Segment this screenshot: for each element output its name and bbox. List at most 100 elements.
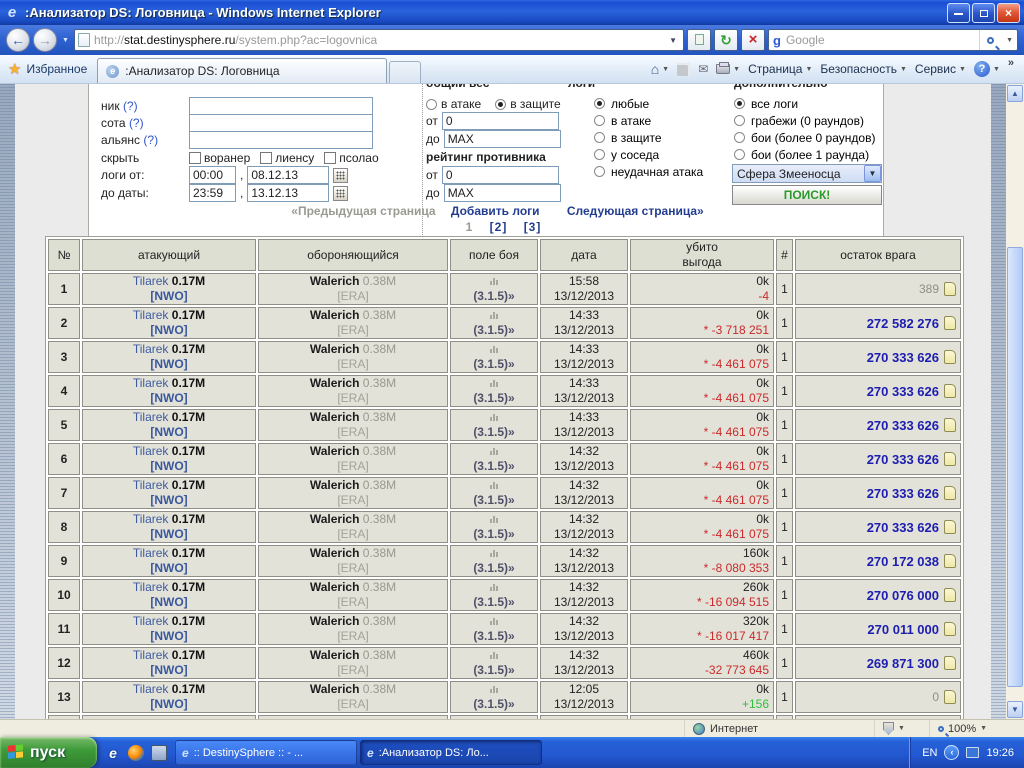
defender-cell[interactable]: Walerich 0.38M [ERA] — [258, 579, 448, 611]
defender-link[interactable]: Walerich — [310, 308, 360, 322]
forward-button[interactable]: → — [33, 28, 57, 52]
battlefield-cell[interactable]: (3.1.5)» — [450, 375, 538, 407]
defender-alliance-link[interactable]: [ERA] — [263, 697, 443, 712]
attacker-link[interactable]: Tilarek — [133, 342, 169, 356]
radio-icon[interactable] — [426, 99, 437, 110]
defender-link[interactable]: Walerich — [310, 376, 360, 390]
attacker-link[interactable]: Tilarek — [133, 308, 169, 322]
defender-cell[interactable]: Walerich 0.38M [ERA] — [258, 307, 448, 339]
battlefield-link[interactable]: (3.1.5)» — [455, 425, 533, 440]
defender-cell[interactable]: Walerich 0.38M [ERA] — [258, 511, 448, 543]
attacker-alliance-link[interactable]: [NWO] — [87, 663, 251, 678]
attacker-link[interactable]: Tilarek — [133, 444, 169, 458]
add-logs-link[interactable]: Добавить логи — [451, 204, 540, 218]
battle-log-scroll-icon[interactable] — [944, 452, 956, 466]
address-bar[interactable]: http://stat.destinysphere.ru/system.php?… — [74, 29, 684, 51]
select-arrow-icon[interactable]: ▼ — [864, 165, 881, 182]
attacker-link[interactable]: Tilarek — [133, 410, 169, 424]
start-button[interactable]: пуск — [0, 737, 97, 768]
defender-link[interactable]: Walerich — [310, 274, 360, 288]
sota-help-link[interactable]: (?) — [129, 116, 144, 130]
battlefield-link[interactable]: (3.1.5)» — [455, 663, 533, 678]
protected-mode-indicator[interactable]: ▼ — [874, 720, 929, 737]
new-tab-button[interactable] — [389, 61, 421, 83]
search-box[interactable]: g Google ▼ — [768, 29, 1018, 51]
attacker-cell[interactable]: Tilarek 0.17M [NWO] — [82, 613, 256, 645]
battlefield-link[interactable]: (3.1.5)» — [455, 391, 533, 406]
attacker-link[interactable]: Tilarek — [133, 682, 169, 696]
defender-cell[interactable]: Walerich 0.38M [ERA] — [258, 273, 448, 305]
battlefield-cell[interactable]: (3.1.5)» — [450, 341, 538, 373]
battlefield-link[interactable]: (3.1.5)» — [455, 561, 533, 576]
battle-log-scroll-icon[interactable] — [944, 622, 956, 636]
attacker-alliance-link[interactable]: [NWO] — [87, 323, 251, 338]
battlefield-link[interactable]: (3.1.5)» — [455, 595, 533, 610]
page-2-link[interactable]: [2] — [490, 220, 508, 234]
attacker-cell[interactable]: Tilarek 0.17M [NWO] — [82, 375, 256, 407]
defender-alliance-link[interactable]: [ERA] — [263, 629, 443, 644]
stop-button[interactable]: × — [741, 29, 765, 51]
back-button[interactable]: ← — [6, 28, 30, 52]
time-from-input[interactable]: 00:00 — [189, 166, 236, 184]
checkbox[interactable] — [260, 152, 272, 164]
enemy-to-input[interactable]: MAX — [444, 184, 561, 202]
search-dropdown-icon[interactable]: ▼ — [1006, 37, 1013, 44]
home-button[interactable]: ⌂▼ — [651, 61, 669, 77]
attacker-link[interactable]: Tilarek — [133, 274, 169, 288]
battlefield-cell[interactable]: (3.1.5)» — [450, 647, 538, 679]
defender-alliance-link[interactable]: [ERA] — [263, 527, 443, 542]
feeds-button[interactable] — [677, 63, 690, 76]
defender-link[interactable]: Walerich — [310, 648, 360, 662]
log-type-radio[interactable]: неудачная атака — [594, 163, 703, 180]
weight-to-input[interactable]: MAX — [444, 130, 561, 148]
calendar-to-button[interactable] — [333, 186, 348, 201]
attacker-link[interactable]: Tilarek — [133, 614, 169, 628]
media-player-icon[interactable] — [128, 745, 144, 761]
log-type-radio[interactable]: в защите — [594, 129, 703, 146]
attacker-cell[interactable]: Tilarek 0.17M [NWO] — [82, 579, 256, 611]
battlefield-cell[interactable]: (3.1.5)» — [450, 545, 538, 577]
hide-option[interactable]: воранер — [189, 151, 250, 165]
defender-link[interactable]: Walerich — [310, 512, 360, 526]
extra-option-radio[interactable]: бои (более 0 раундов) — [734, 129, 875, 146]
defender-link[interactable]: Walerich — [310, 546, 360, 560]
battle-log-scroll-icon[interactable] — [944, 282, 956, 296]
zoom-control[interactable]: 100% ▼ — [929, 720, 1024, 737]
defender-link[interactable]: Walerich — [310, 342, 360, 356]
network-monitor-icon[interactable] — [966, 747, 979, 758]
battle-log-scroll-icon[interactable] — [944, 554, 956, 568]
defender-link[interactable]: Walerich — [310, 410, 360, 424]
defender-link[interactable]: Walerich — [310, 444, 360, 458]
battle-log-scroll-icon[interactable] — [944, 316, 956, 330]
defender-cell[interactable]: Walerich 0.38M [ERA] — [258, 341, 448, 373]
attacker-alliance-link[interactable]: [NWO] — [87, 357, 251, 372]
scroll-up-button[interactable]: ▲ — [1007, 85, 1023, 102]
attacker-alliance-link[interactable]: [NWO] — [87, 289, 251, 304]
attacker-alliance-link[interactable]: [NWO] — [87, 561, 251, 576]
attacker-alliance-link[interactable]: [NWO] — [87, 527, 251, 542]
sota-input[interactable] — [189, 114, 373, 132]
battlefield-cell[interactable]: (3.1.5)» — [450, 613, 538, 645]
defender-link[interactable]: Walerich — [310, 580, 360, 594]
attacker-alliance-link[interactable]: [NWO] — [87, 697, 251, 712]
attacker-link[interactable]: Tilarek — [133, 478, 169, 492]
checkbox[interactable] — [189, 152, 201, 164]
attacker-alliance-link[interactable]: [NWO] — [87, 595, 251, 610]
battlefield-link[interactable]: (3.1.5)» — [455, 459, 533, 474]
log-type-radio[interactable]: в атаке — [594, 112, 703, 129]
calendar-from-button[interactable] — [333, 168, 348, 183]
attacker-link[interactable]: Tilarek — [133, 546, 169, 560]
tab-logovnica[interactable]: e :Анализатор DS: Логовница — [97, 58, 387, 83]
attacker-cell[interactable]: Tilarek 0.17M [NWO] — [82, 681, 256, 713]
extra-option-radio[interactable]: бои (более 1 раунда) — [734, 146, 875, 163]
defender-alliance-link[interactable]: [ERA] — [263, 425, 443, 440]
defender-cell[interactable]: Walerich 0.38M [ERA] — [258, 443, 448, 475]
battlefield-cell[interactable]: (3.1.5)» — [450, 579, 538, 611]
attacker-link[interactable]: Tilarek — [133, 580, 169, 594]
defender-alliance-link[interactable]: [ERA] — [263, 493, 443, 508]
search-input[interactable]: Google — [786, 33, 974, 47]
battlefield-cell[interactable]: (3.1.5)» — [450, 511, 538, 543]
attacker-alliance-link[interactable]: [NWO] — [87, 493, 251, 508]
battle-log-scroll-icon[interactable] — [944, 418, 956, 432]
battlefield-cell[interactable]: (3.1.5)» — [450, 409, 538, 441]
